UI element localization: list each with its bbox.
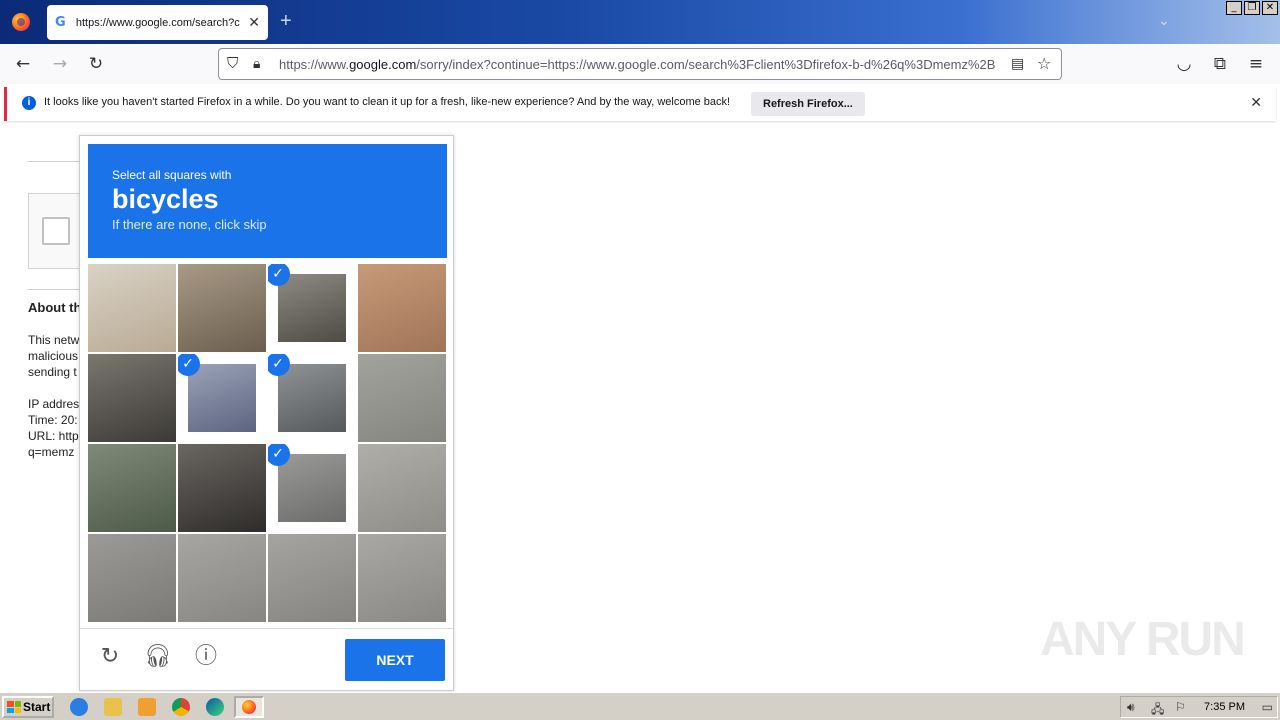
hamburger-menu-icon[interactable]: ≡ — [1246, 54, 1266, 74]
url-bar[interactable]: ⛉ 🔒︎ https://www.google.com/sorry/index?… — [218, 48, 1062, 80]
minimize-icon[interactable]: _ — [1226, 1, 1242, 15]
captcha-tile[interactable]: ✓ — [268, 354, 356, 442]
tile-image — [88, 534, 176, 622]
captcha-footer: ↻ 🎧︎ ⓘ NEXT — [80, 628, 453, 690]
tile-image — [178, 534, 266, 622]
firefox-taskbar-icon — [242, 700, 256, 714]
url-domain: google.com — [349, 57, 417, 72]
captcha-subtext: If there are none, click skip — [112, 217, 267, 232]
show-desktop-icon[interactable]: ▭ — [1262, 700, 1273, 714]
flag-icon[interactable]: ⚐ — [1175, 700, 1186, 714]
tile-image — [178, 264, 266, 352]
tile-image — [278, 364, 346, 432]
edge-icon[interactable] — [206, 698, 224, 716]
captcha-header: Select all squares with bicycles If ther… — [88, 144, 447, 258]
captcha-tile[interactable] — [358, 534, 446, 622]
navigation-toolbar: ← → ↻ ⛉ 🔒︎ https://www.google.com/sorry/… — [0, 44, 1280, 84]
captcha-tile[interactable] — [268, 534, 356, 622]
tab-title: https://www.google.com/search?c — [75, 16, 240, 29]
lock-icon[interactable]: 🔒︎ — [253, 55, 260, 72]
bookmark-star-icon[interactable]: ☆ — [1037, 54, 1051, 74]
tile-image — [178, 444, 266, 532]
captcha-tile[interactable] — [178, 444, 266, 532]
tile-image — [88, 444, 176, 532]
captcha-tile[interactable] — [358, 264, 446, 352]
notification-text: It looks like you haven't started Firefo… — [44, 96, 731, 108]
start-label: Start — [23, 700, 51, 714]
next-button[interactable]: NEXT — [345, 639, 445, 681]
captcha-tile[interactable] — [358, 444, 446, 532]
close-window-icon[interactable]: ✕ — [1262, 1, 1278, 15]
google-favicon-icon: G — [55, 14, 66, 30]
captcha-tile[interactable] — [88, 534, 176, 622]
captcha-instruction: Select all squares with — [112, 168, 232, 182]
info-icon: i — [22, 96, 36, 110]
recaptcha-checkbox[interactable] — [42, 217, 70, 245]
window-controls: _ ❐ ✕ — [1226, 1, 1278, 15]
captcha-challenge: Select all squares with bicycles If ther… — [79, 135, 454, 691]
tab-close-icon[interactable]: ✕ — [248, 14, 260, 31]
refresh-firefox-button[interactable]: Refresh Firefox... — [751, 92, 865, 116]
about-heading: About th — [28, 300, 82, 315]
new-tab-icon[interactable]: + — [280, 10, 292, 33]
reload-challenge-icon[interactable]: ↻ — [96, 643, 124, 671]
firefox-taskbar-button[interactable] — [234, 696, 264, 718]
chrome-icon[interactable] — [172, 698, 190, 716]
anyrun-watermark: ANY RUN — [1040, 613, 1246, 666]
network-icon[interactable]: 🖧 — [1151, 700, 1164, 720]
tile-image — [188, 364, 256, 432]
captcha-tile[interactable] — [88, 444, 176, 532]
captcha-tile[interactable] — [178, 264, 266, 352]
audio-challenge-icon[interactable]: 🎧︎ — [144, 643, 172, 671]
tile-image — [268, 534, 356, 622]
firefox-menu-button[interactable] — [0, 0, 42, 44]
help-info-icon[interactable]: ⓘ — [192, 643, 220, 671]
reader-view-icon[interactable]: ▤ — [1011, 55, 1024, 72]
back-icon[interactable]: ← — [13, 54, 33, 74]
url-path: /sorry/index?continue=https://www.google… — [416, 57, 996, 72]
media-player-icon[interactable] — [138, 698, 156, 716]
captcha-target: bicycles — [112, 184, 219, 214]
tile-image — [88, 354, 176, 442]
clock: 7:35 PM — [1204, 701, 1245, 713]
url-text[interactable]: https://www.google.com/sorry/index?conti… — [279, 57, 1001, 72]
browser-tab[interactable]: G https://www.google.com/search?c ✕ — [47, 5, 268, 40]
tile-image — [278, 274, 346, 342]
reload-icon[interactable]: ↻ — [86, 54, 106, 74]
start-button[interactable]: Start — [2, 696, 54, 718]
tile-image — [358, 264, 446, 352]
captcha-tile[interactable] — [358, 354, 446, 442]
forward-icon[interactable]: → — [50, 54, 70, 74]
tile-image — [358, 354, 446, 442]
firefox-icon — [12, 13, 30, 31]
extensions-icon[interactable]: ⧉ — [1210, 54, 1230, 74]
ie-icon[interactable] — [70, 698, 88, 716]
pocket-icon[interactable]: ◡ — [1174, 54, 1194, 74]
restore-icon[interactable]: ❐ — [1244, 1, 1260, 15]
url-prefix: https://www. — [279, 57, 350, 72]
tile-image — [358, 534, 446, 622]
tile-image — [358, 444, 446, 532]
system-tray: 🔊︎ 🖧 ⚐ 7:35 PM ▭ — [1120, 696, 1278, 718]
volume-icon[interactable]: 🔊︎ — [1127, 700, 1135, 715]
captcha-tile[interactable]: ✓ — [268, 444, 356, 532]
captcha-tile[interactable]: ✓ — [268, 264, 356, 352]
captcha-tile[interactable] — [178, 534, 266, 622]
taskbar: Start 🔊︎ 🖧 ⚐ 7:35 PM ▭ — [0, 692, 1280, 720]
captcha-tile[interactable] — [88, 354, 176, 442]
notification-bar: i It looks like you haven't started Fire… — [4, 87, 1276, 121]
tab-bar: G https://www.google.com/search?c ✕ + ⌄ … — [0, 0, 1280, 44]
explorer-icon[interactable] — [104, 698, 122, 716]
list-tabs-icon[interactable]: ⌄ — [1158, 12, 1170, 29]
notification-close-icon[interactable]: ✕ — [1250, 94, 1262, 111]
shield-icon[interactable]: ⛉ — [227, 55, 238, 72]
windows-logo-icon — [7, 701, 21, 713]
page-body-text: This netw malicious sending t IP addres … — [28, 333, 80, 459]
captcha-grid: ✓ ✓ ✓ ✓ — [88, 264, 446, 622]
captcha-tile[interactable]: ✓ — [178, 354, 266, 442]
tile-image — [88, 264, 176, 352]
tile-image — [278, 454, 346, 522]
captcha-tile[interactable] — [88, 264, 176, 352]
